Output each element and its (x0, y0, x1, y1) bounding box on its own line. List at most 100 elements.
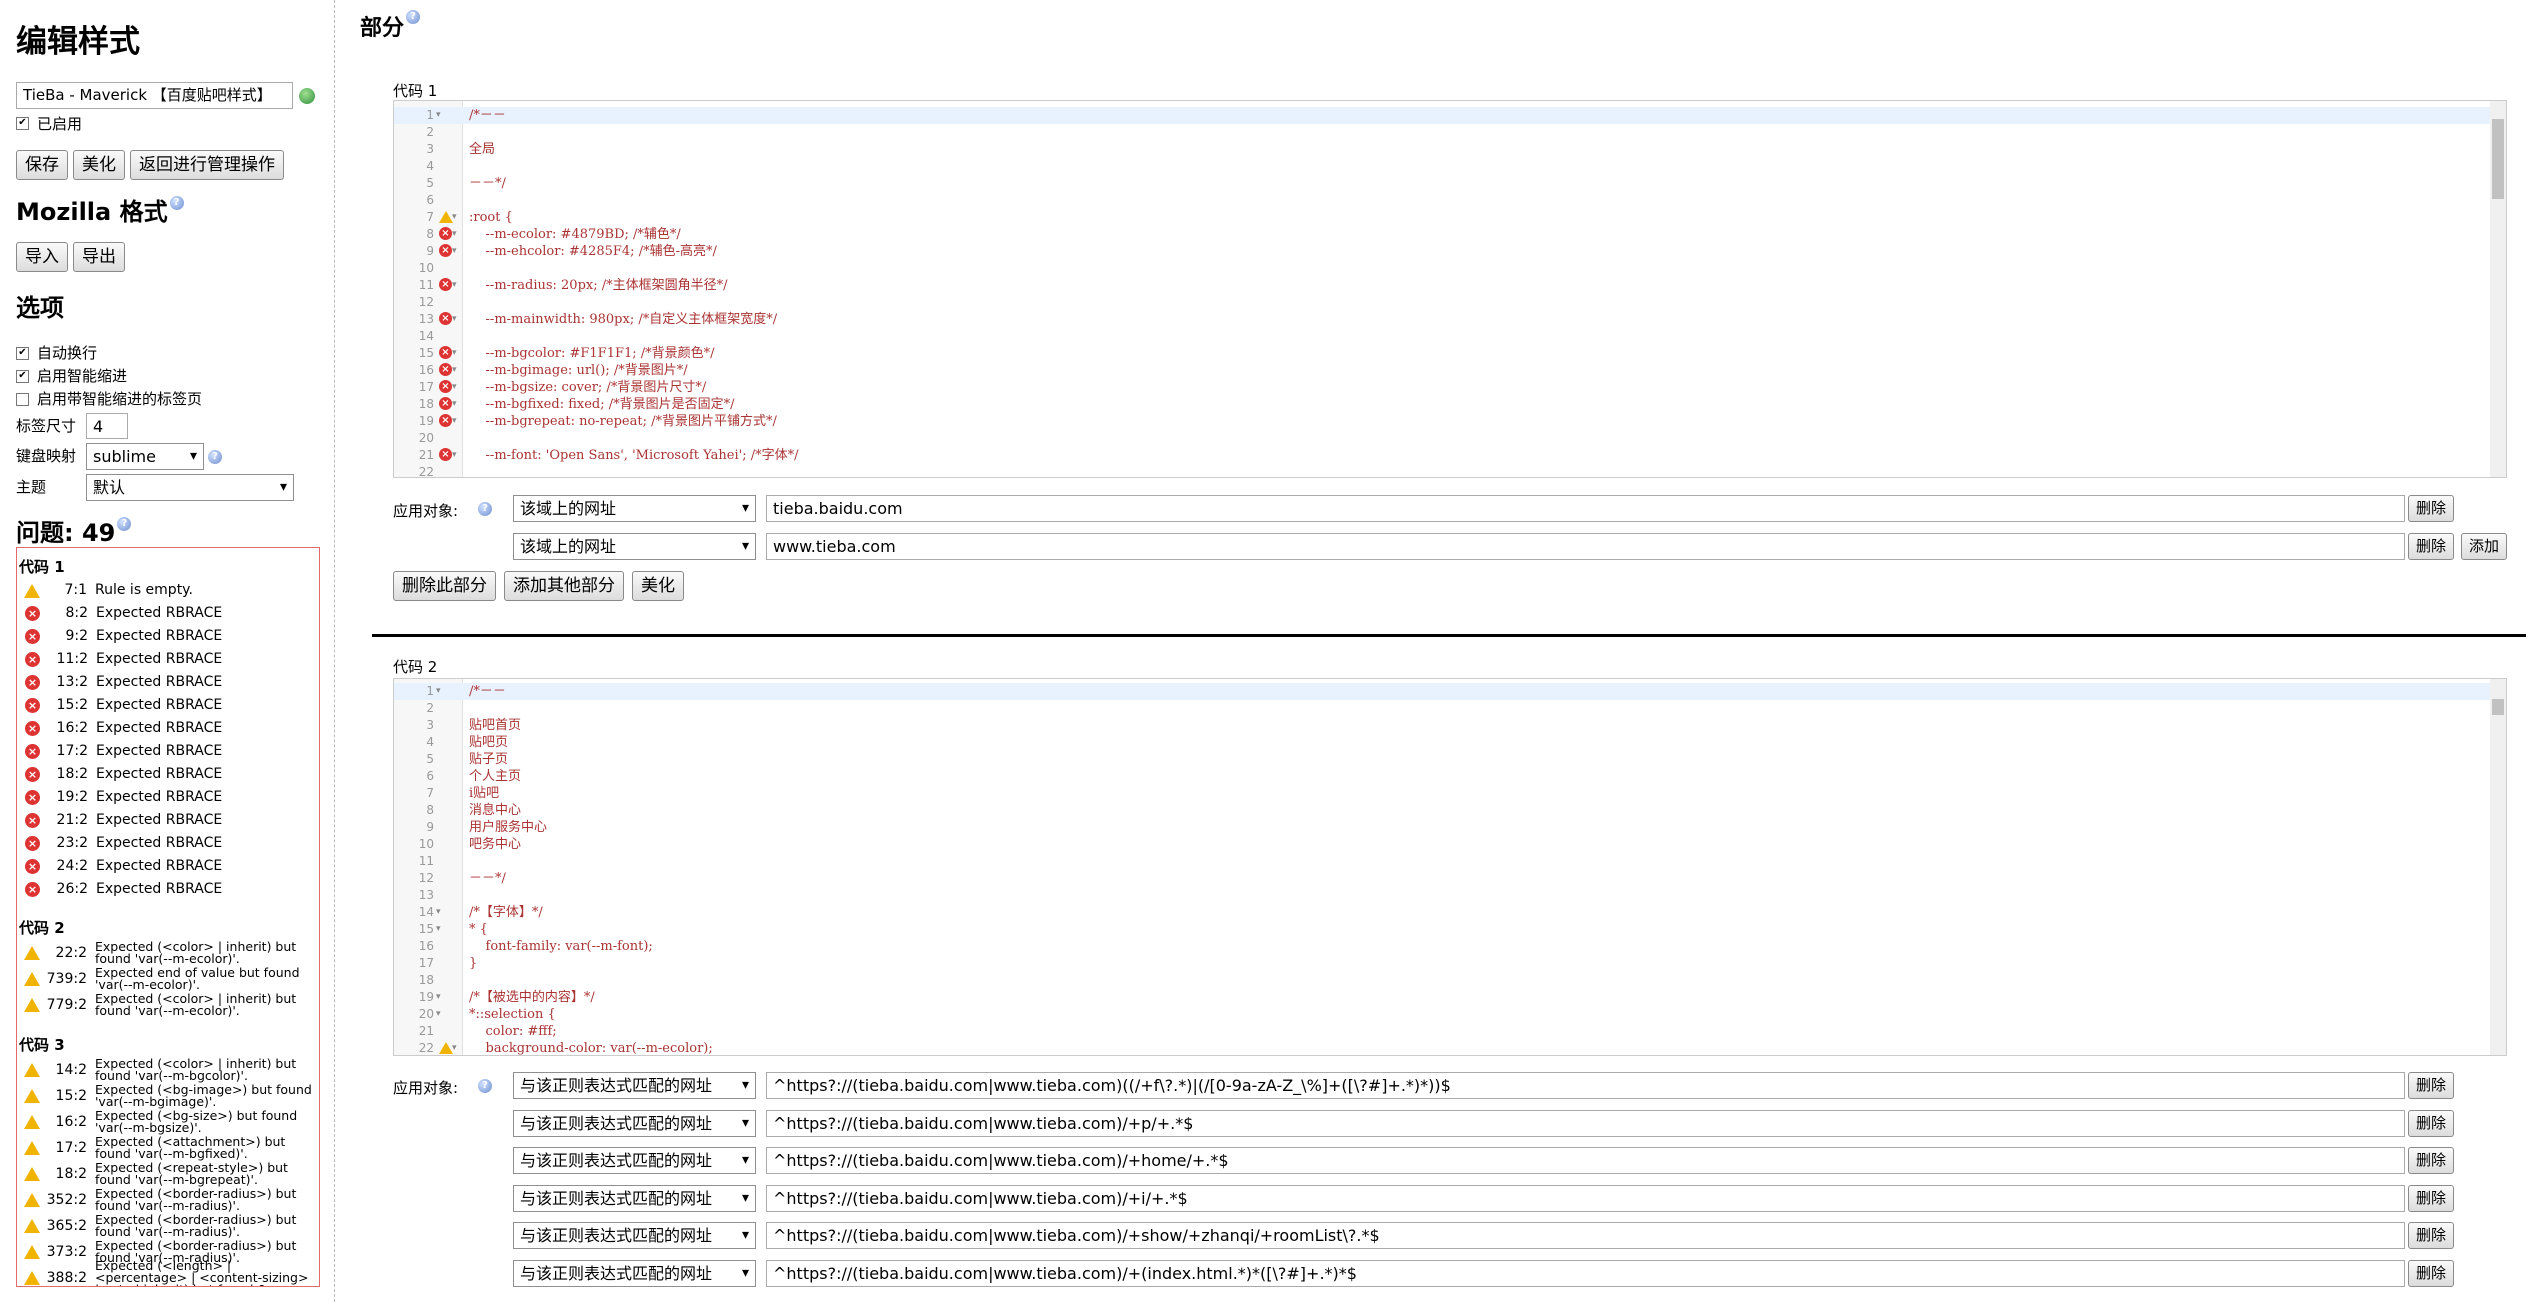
code-line[interactable]: 7 ▾:root { (394, 209, 2490, 226)
delete-rule-button[interactable]: 删除 (2408, 1072, 2455, 1099)
code-line[interactable]: 2 (394, 124, 2490, 141)
theme-select[interactable]: 默认 (86, 474, 294, 501)
code-line[interactable]: 19 ▾ /*【被选中的内容】*/ (394, 989, 2490, 1006)
code-line[interactable]: 11 ▾ × --m-radius: 20px; /*主体框架圆角半径*/ (394, 277, 2490, 294)
issue-item[interactable]: 17:2 Expected (<attachment>) but found 'v… (19, 1135, 319, 1161)
issue-item[interactable]: 779:2 Expected (<color> | inherit) but fo… (19, 992, 319, 1018)
enabled-checkbox[interactable]: ✔ (16, 117, 29, 130)
smart-indent-tabs-checkbox[interactable] (16, 393, 29, 406)
code-line[interactable]: 13 ▾ × --m-mainwidth: 980px; /*自定义主体框架宽度*/ (394, 311, 2490, 328)
fold-arrow-icon[interactable]: ▾ (436, 107, 441, 124)
rule-value-input[interactable]: ^https?://(tieba.baidu.com|www.tieba.com… (766, 1259, 2405, 1287)
rule-value-input[interactable]: ^https?://(tieba.baidu.com|www.tieba.com… (766, 1184, 2405, 1212)
code-line[interactable]: 20 (394, 430, 2490, 447)
code-line[interactable]: 21 color: #fff; (394, 1023, 2490, 1040)
wrap-checkbox[interactable]: ✔ (16, 347, 29, 360)
code-line[interactable]: 13 (394, 887, 2490, 904)
code-line[interactable]: 18 ▾ × --m-bgfixed: fixed; /*背景图片是否固定*/ (394, 396, 2490, 413)
help-icon[interactable]: ? (478, 502, 492, 516)
code-line[interactable]: 14 (394, 328, 2490, 345)
code-line[interactable]: 3 全局 (394, 141, 2490, 158)
code-line[interactable]: 9 用户服务中心 (394, 819, 2490, 836)
code-line[interactable]: 22 (394, 464, 2490, 477)
issue-item[interactable]: × 9:2 Expected RBRACE (19, 625, 319, 648)
issue-item[interactable]: 14:2 Expected (<color> | inherit) but fou… (19, 1057, 319, 1083)
fold-arrow-icon[interactable]: ▾ (452, 311, 457, 328)
style-name-input[interactable]: TieBa - Maverick 【百度贴吧样式】 (16, 82, 293, 109)
issue-item[interactable]: × 15:2 Expected RBRACE (19, 694, 319, 717)
code-line[interactable]: 5 贴子页 (394, 751, 2490, 768)
rule-value-input[interactable]: tieba.baidu.com (766, 495, 2405, 522)
issue-item[interactable]: × 26:2 Expected RBRACE (19, 878, 319, 901)
tab-size-input[interactable]: 4 (86, 413, 128, 439)
code-line[interactable]: 14 ▾ /*【字体】*/ (394, 904, 2490, 921)
rule-type-select[interactable]: 与该正则表达式匹配的网址 (513, 1222, 756, 1249)
editor-scrollbar[interactable] (2490, 679, 2506, 1055)
code-line[interactable]: 8 ▾ × --m-ecolor: #4879BD; /*辅色*/ (394, 226, 2490, 243)
code-line[interactable]: 10 吧务中心 (394, 836, 2490, 853)
code-line[interactable]: 7 i贴吧 (394, 785, 2490, 802)
keymap-select[interactable]: sublime (86, 443, 204, 470)
beautify-section-button[interactable]: 美化 (632, 571, 684, 601)
issue-item[interactable]: × 21:2 Expected RBRACE (19, 809, 319, 832)
issue-item[interactable]: 15:2 Expected (<bg-image>) but found 'var… (19, 1083, 319, 1109)
code-line[interactable]: 18 (394, 972, 2490, 989)
fold-arrow-icon[interactable]: ▾ (436, 989, 441, 1006)
code-line[interactable]: 16 font-family: var(--m-font); (394, 938, 2490, 955)
delete-rule-button[interactable]: 删除 (2408, 1222, 2455, 1249)
scrollbar-thumb[interactable] (2492, 119, 2504, 199)
code-line[interactable]: 15 ▾ × --m-bgcolor: #F1F1F1; /*背景颜色*/ (394, 345, 2490, 362)
code-line[interactable]: 9 ▾ × --m-ehcolor: #4285F4; /*辅色-高亮*/ (394, 243, 2490, 260)
code-editor-2[interactable]: 1 ▾/*－－ 2 3 贴吧首页 4 贴吧页 5 贴子页 6 个人主页 7 i贴吧 8 消息中心 9 用户服务中… (393, 678, 2507, 1056)
issue-item[interactable]: × 18:2 Expected RBRACE (19, 763, 319, 786)
export-button[interactable]: 导出 (73, 242, 125, 272)
help-icon[interactable]: ? (478, 1079, 492, 1093)
rule-type-select[interactable]: 该域上的网址 (513, 532, 756, 560)
fold-arrow-icon[interactable]: ▾ (436, 683, 441, 700)
code-line[interactable]: 5 －－*/ (394, 175, 2490, 192)
delete-rule-button[interactable]: 删除 (2408, 1184, 2455, 1212)
delete-rule-button[interactable]: 删除 (2408, 1147, 2455, 1174)
rule-type-select[interactable]: 该域上的网址 (513, 495, 756, 522)
code-line[interactable]: 19 ▾ × --m-bgrepeat: no-repeat; /*背景图片平铺方式… (394, 413, 2490, 430)
rule-value-input[interactable]: www.tieba.com (766, 532, 2405, 560)
fold-arrow-icon[interactable]: ▾ (452, 226, 457, 243)
code-line[interactable]: 16 ▾ × --m-bgimage: url(); /*背景图片*/ (394, 362, 2490, 379)
code-line[interactable]: 1 ▾ /*－－ (394, 683, 2490, 700)
help-icon[interactable]: ? (208, 449, 222, 464)
fold-arrow-icon[interactable]: ▾ (452, 277, 457, 294)
code-line[interactable]: 21 ▾ × --m-font: 'Open Sans', 'Microsoft Y… (394, 447, 2490, 464)
fold-arrow-icon[interactable]: ▾ (452, 345, 457, 362)
rule-type-select[interactable]: 与该正则表达式匹配的网址 (513, 1072, 756, 1099)
scrollbar-thumb[interactable] (2492, 699, 2504, 715)
delete-rule-button[interactable]: 删除 (2408, 1109, 2455, 1137)
editor-scrollbar[interactable] (2490, 101, 2506, 477)
code-line[interactable]: 4 (394, 158, 2490, 175)
fold-arrow-icon[interactable]: ▾ (436, 921, 441, 938)
delete-rule-button[interactable]: 删除 (2408, 532, 2455, 560)
rule-value-input[interactable]: ^https?://(tieba.baidu.com|www.tieba.com… (766, 1222, 2405, 1249)
save-button[interactable]: 保存 (16, 150, 68, 180)
code-line[interactable]: 17 ▾ × --m-bgsize: cover; /*背景图片尺寸*/ (394, 379, 2490, 396)
code-line[interactable]: 8 消息中心 (394, 802, 2490, 819)
fold-arrow-icon[interactable]: ▾ (436, 1006, 441, 1023)
code-line[interactable]: 10 (394, 260, 2490, 277)
rule-value-input[interactable]: ^https?://(tieba.baidu.com|www.tieba.com… (766, 1072, 2405, 1099)
code-line[interactable]: 6 (394, 192, 2490, 209)
fold-arrow-icon[interactable]: ▾ (452, 413, 457, 430)
rule-value-input[interactable]: ^https?://(tieba.baidu.com|www.tieba.com… (766, 1147, 2405, 1174)
fold-arrow-icon[interactable]: ▾ (436, 904, 441, 921)
rule-type-select[interactable]: 与该正则表达式匹配的网址 (513, 1184, 756, 1212)
issue-item[interactable]: × 16:2 Expected RBRACE (19, 717, 319, 740)
code-line[interactable]: 1 ▾ /*－－ (394, 107, 2490, 124)
issue-item[interactable]: 16:2 Expected (<bg-size>) but found 'var(… (19, 1109, 319, 1135)
add-section-button[interactable]: 添加其他部分 (504, 571, 624, 601)
back-to-manage-button[interactable]: 返回进行管理操作 (130, 150, 284, 180)
code-line[interactable]: 17} (394, 955, 2490, 972)
issue-item[interactable]: × 13:2 Expected RBRACE (19, 671, 319, 694)
issue-item[interactable]: × 23:2 Expected RBRACE (19, 832, 319, 855)
rule-type-select[interactable]: 与该正则表达式匹配的网址 (513, 1259, 756, 1287)
help-icon[interactable]: ? (117, 517, 132, 531)
code-line[interactable]: 2 (394, 700, 2490, 717)
help-icon[interactable]: ? (406, 10, 421, 24)
